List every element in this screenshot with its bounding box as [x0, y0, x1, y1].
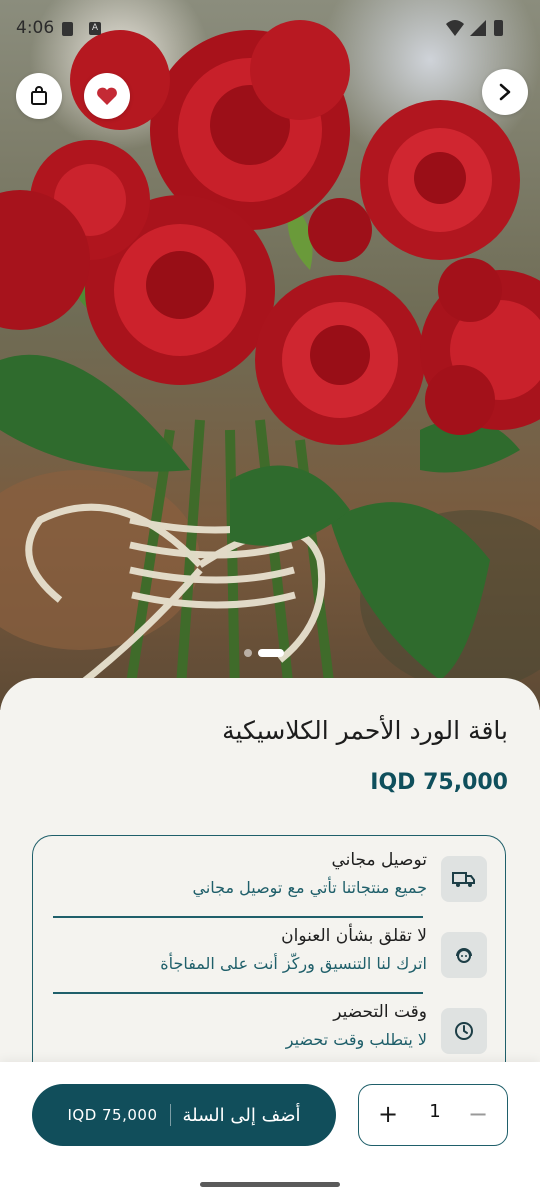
increase-button[interactable]: + [373, 1099, 403, 1129]
product-details-card: باقة الورد الأحمر الكلاسيكية IQD 75,000 … [0, 678, 540, 1078]
feature-desc: جميع منتجاتنا تأتي مع توصيل مجاني [192, 878, 427, 897]
status-time: 4:06 [16, 18, 55, 38]
quantity-value: 1 [429, 1101, 441, 1122]
quantity-stepper: + 1 − [358, 1084, 508, 1146]
battery-icon [494, 20, 503, 36]
feature-title: وقت التحضير [333, 1002, 427, 1022]
add-to-cart-button[interactable]: IQD 75,000 أضف إلى السلة [32, 1084, 336, 1146]
bottom-action-bar: IQD 75,000 أضف إلى السلة + 1 − [0, 1062, 540, 1200]
product-price: IQD 75,000 [370, 770, 508, 795]
decrease-button[interactable]: − [463, 1099, 493, 1129]
shopping-bag-icon [31, 86, 47, 105]
support-agent-icon [441, 932, 487, 978]
product-title: باقة الورد الأحمر الكلاسيكية [222, 716, 508, 745]
pagination-dot-active[interactable] [258, 649, 284, 657]
signal-icon [470, 20, 486, 36]
feature-address: لا تقلق بشأن العنوان اترك لنا التنسيق ور… [33, 912, 507, 988]
feature-title: توصيل مجاني [331, 850, 427, 870]
cart-button[interactable] [16, 73, 62, 119]
add-to-cart-amount: IQD 75,000 [67, 1106, 158, 1124]
accessibility-icon: A [89, 22, 101, 35]
feature-desc: اترك لنا التنسيق وركّز أنت على المفاجأة [160, 954, 427, 973]
product-image[interactable] [0, 0, 540, 710]
home-indicator[interactable] [200, 1182, 340, 1187]
image-pagination [244, 649, 284, 657]
feature-desc: لا يتطلب وقت تحضير [285, 1030, 427, 1049]
truck-icon [441, 856, 487, 902]
roses-illustration [0, 20, 540, 703]
favorite-button[interactable] [84, 73, 130, 119]
status-bar: 4:06 A [0, 0, 540, 58]
feature-prep-time: وقت التحضير لا يتطلب وقت تحضير [33, 988, 507, 1064]
wifi-icon [446, 20, 464, 36]
add-to-cart-label: أضف إلى السلة [182, 1104, 301, 1126]
features-box: توصيل مجاني جميع منتجاتنا تأتي مع توصيل … [32, 835, 506, 1075]
feature-free-delivery: توصيل مجاني جميع منتجاتنا تأتي مع توصيل … [33, 836, 507, 912]
feature-title: لا تقلق بشأن العنوان [281, 926, 427, 946]
separator [169, 1104, 171, 1126]
heart-icon [97, 87, 117, 105]
pagination-dot[interactable] [244, 649, 252, 657]
sim-card-icon [62, 22, 73, 36]
back-button[interactable] [482, 69, 528, 115]
clock-icon [441, 1008, 487, 1054]
chevron-right-icon [499, 83, 511, 101]
